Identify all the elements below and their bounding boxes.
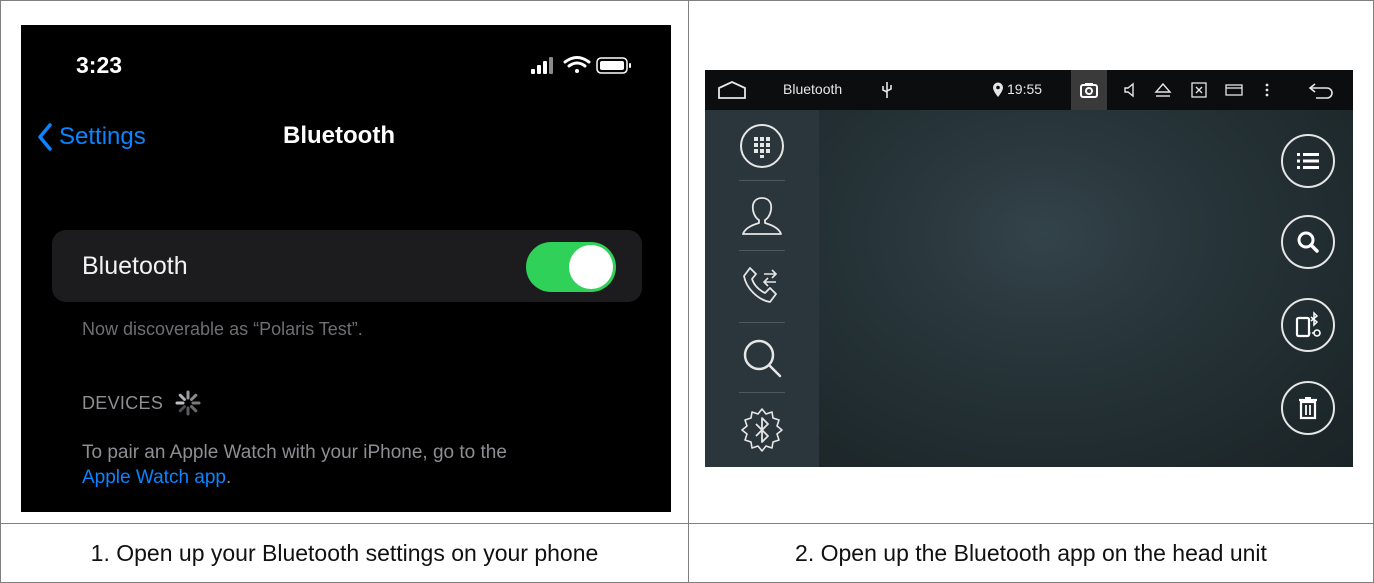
back-button[interactable]: Settings — [37, 120, 146, 154]
bluetooth-row-label: Bluetooth — [82, 252, 188, 280]
back-icon[interactable] — [1301, 70, 1341, 110]
head-unit-status-bar: Bluetooth 19:55 — [705, 70, 1353, 110]
signal-icon — [531, 57, 553, 74]
bluetooth-settings-icon — [741, 408, 783, 452]
page-title: Bluetooth — [283, 122, 395, 149]
discoverable-text: Now discoverable as “Polaris Test”. — [82, 319, 363, 339]
contacts-button[interactable] — [730, 186, 794, 246]
pair-suffix: . — [226, 467, 232, 488]
search-icon — [1297, 231, 1319, 253]
window-icon[interactable] — [1221, 70, 1247, 110]
toggle-knob — [569, 245, 613, 289]
devices-header: DEVICES — [82, 390, 201, 416]
device-list-button[interactable] — [1281, 134, 1335, 188]
bluetooth-row: Bluetooth — [52, 230, 642, 302]
call-log-button[interactable] — [730, 256, 794, 316]
home-icon[interactable] — [715, 70, 749, 110]
table-border-top — [0, 0, 1374, 1]
search-button[interactable] — [730, 328, 794, 388]
volume-icon[interactable] — [1119, 70, 1141, 110]
instruction-table: 3:23 Settings Bluetooth Bluetooth Now di… — [0, 0, 1374, 583]
phone-bluetooth-icon — [1295, 311, 1321, 338]
content-area — [819, 110, 1353, 467]
location-icon — [989, 70, 1007, 110]
trash-icon — [1299, 397, 1317, 420]
head-unit-title: Bluetooth — [783, 81, 843, 97]
usb-icon — [875, 70, 899, 110]
caption-step-2: 2. Open up the Bluetooth app on the head… — [795, 539, 1267, 566]
delete-device-button[interactable] — [1281, 381, 1335, 435]
battery-icon — [596, 57, 631, 74]
head-unit-time: 19:55 — [1007, 81, 1043, 97]
status-time: 3:23 — [76, 52, 123, 78]
device-search-button[interactable] — [1281, 215, 1335, 269]
table-border-left — [0, 0, 1, 583]
sidebar-divider — [739, 180, 785, 181]
camera-icon[interactable] — [1071, 70, 1107, 110]
list-icon — [1297, 153, 1319, 169]
eject-icon[interactable] — [1151, 70, 1175, 110]
pair-device-button[interactable] — [1281, 298, 1335, 352]
iphone-bluetooth-screen: 3:23 Settings Bluetooth Bluetooth Now di… — [21, 25, 671, 512]
more-icon[interactable] — [1257, 70, 1277, 110]
call-log-icon — [743, 267, 778, 303]
wifi-icon — [563, 56, 591, 73]
sidebar-divider — [739, 322, 785, 323]
back-label: Settings — [59, 123, 146, 150]
pair-instructions: To pair an Apple Watch with your iPhone,… — [82, 440, 642, 490]
status-bar-icons — [531, 56, 631, 74]
sidebar-divider — [739, 392, 785, 393]
dialpad-button[interactable] — [730, 116, 794, 176]
apple-watch-app-link[interactable]: Apple Watch app — [82, 467, 226, 488]
search-icon — [743, 339, 782, 378]
dialpad-icon — [740, 124, 784, 168]
contacts-icon — [742, 197, 782, 235]
head-unit-bluetooth-screen: Bluetooth 19:55 — [705, 70, 1353, 467]
caption-step-1: 1. Open up your Bluetooth settings on yo… — [90, 539, 599, 566]
devices-label: DEVICES — [82, 392, 164, 413]
head-unit-sidebar — [705, 110, 819, 467]
bluetooth-toggle[interactable] — [526, 242, 616, 292]
chevron-left-icon — [38, 123, 52, 151]
close-box-icon[interactable] — [1187, 70, 1211, 110]
table-divider-vertical — [688, 0, 689, 583]
sidebar-divider — [739, 250, 785, 251]
loading-spinner-icon — [175, 390, 201, 416]
bluetooth-settings-button[interactable] — [730, 400, 794, 460]
pair-text: To pair an Apple Watch with your iPhone,… — [82, 442, 507, 463]
